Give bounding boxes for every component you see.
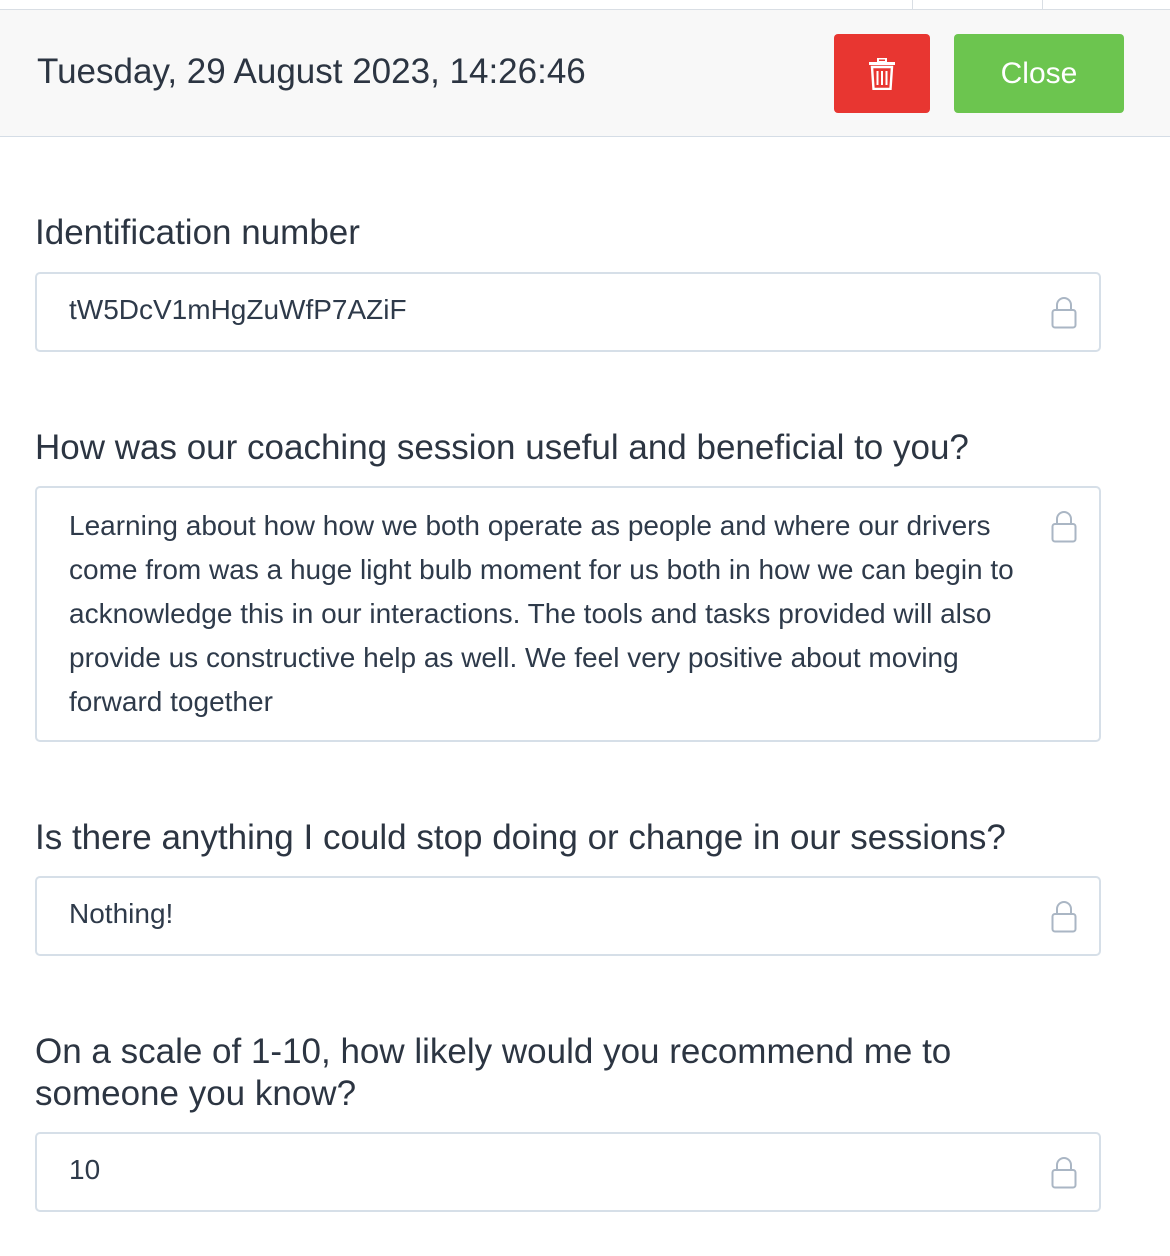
top-divider <box>1042 0 1043 9</box>
field-label-usefulness: How was our coaching session useful and … <box>35 428 969 467</box>
recommend-field: 10 <box>35 1132 1101 1212</box>
usefulness-field: Learning about how how we both operate a… <box>35 486 1101 742</box>
trash-icon <box>869 57 895 90</box>
change-field: Nothing! <box>35 876 1101 956</box>
identification-value: tW5DcV1mHgZuWfP7AZiF <box>69 294 407 325</box>
field-label-identification: Identification number <box>35 213 360 252</box>
record-timestamp-title: Tuesday, 29 August 2023, 14:26:46 <box>37 52 586 91</box>
identification-field: tW5DcV1mHgZuWfP7AZiF <box>35 272 1101 352</box>
lock-icon <box>1051 511 1077 543</box>
usefulness-value: Learning about how how we both operate a… <box>69 510 1014 717</box>
recommend-value: 10 <box>69 1154 101 1185</box>
delete-button[interactable] <box>834 34 930 113</box>
field-label-recommend: On a scale of 1-10, how likely would you… <box>35 1032 952 1113</box>
lock-icon <box>1051 901 1077 933</box>
lock-icon <box>1051 1157 1077 1189</box>
record-header: Tuesday, 29 August 2023, 14:26:46 Close <box>0 10 1170 137</box>
change-value: Nothing! <box>69 898 174 929</box>
top-strip <box>0 0 1170 10</box>
close-button[interactable]: Close <box>954 34 1124 113</box>
field-label-change: Is there anything I could stop doing or … <box>35 818 1006 857</box>
top-divider <box>912 0 913 9</box>
lock-icon <box>1051 297 1077 329</box>
